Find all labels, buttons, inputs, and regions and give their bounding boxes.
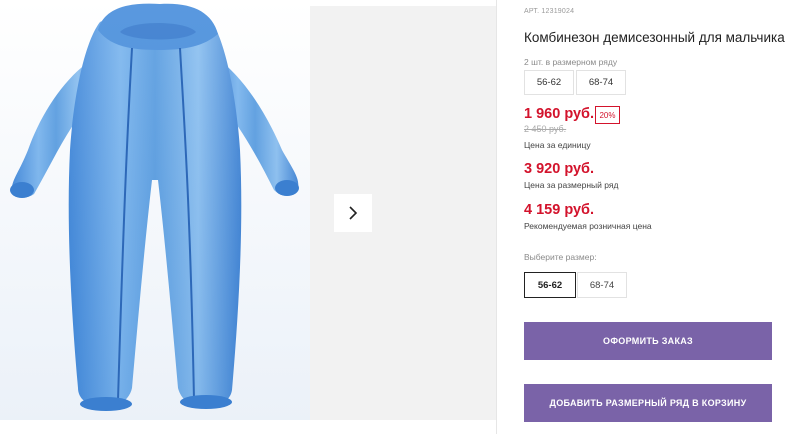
unit-price: 1 960 руб.	[524, 106, 595, 122]
size-selector-label: Выберите размер:	[524, 252, 597, 262]
order-button[interactable]: ОФОРМИТЬ ЗАКАЗ	[524, 322, 772, 360]
gallery-next-button[interactable]	[334, 194, 372, 232]
discount-badge: 20%	[595, 106, 620, 124]
product-title: Комбинезон демисезонный для мальчика	[524, 30, 785, 45]
row-price: 3 920 руб.	[524, 161, 595, 177]
retail-price: 4 159 руб.	[524, 202, 595, 218]
unit-price-label: Цена за единицу	[524, 140, 591, 150]
product-gallery	[0, 0, 496, 434]
size-option-56-62[interactable]: 56-62	[524, 272, 576, 298]
row-price-label: Цена за размерный ряд	[524, 180, 619, 190]
retail-price-label: Рекомендуемая розничная цена	[524, 221, 652, 231]
product-photo[interactable]	[0, 0, 310, 420]
old-price: 2 450 руб.	[524, 124, 567, 134]
pack-size-chip: 68-74	[576, 70, 626, 95]
article-number: АРТ. 12319024	[524, 8, 575, 15]
chevron-right-icon	[349, 206, 358, 220]
pack-size-chip: 56-62	[524, 70, 574, 95]
divider	[496, 0, 497, 434]
pack-count: 2 шт. в размерном ряду	[524, 57, 618, 67]
add-size-row-to-cart-button[interactable]: ДОБАВИТЬ РАЗМЕРНЫЙ РЯД В КОРЗИНУ	[524, 384, 772, 422]
jumpsuit-image	[0, 0, 310, 420]
size-option-68-74[interactable]: 68-74	[577, 272, 627, 298]
